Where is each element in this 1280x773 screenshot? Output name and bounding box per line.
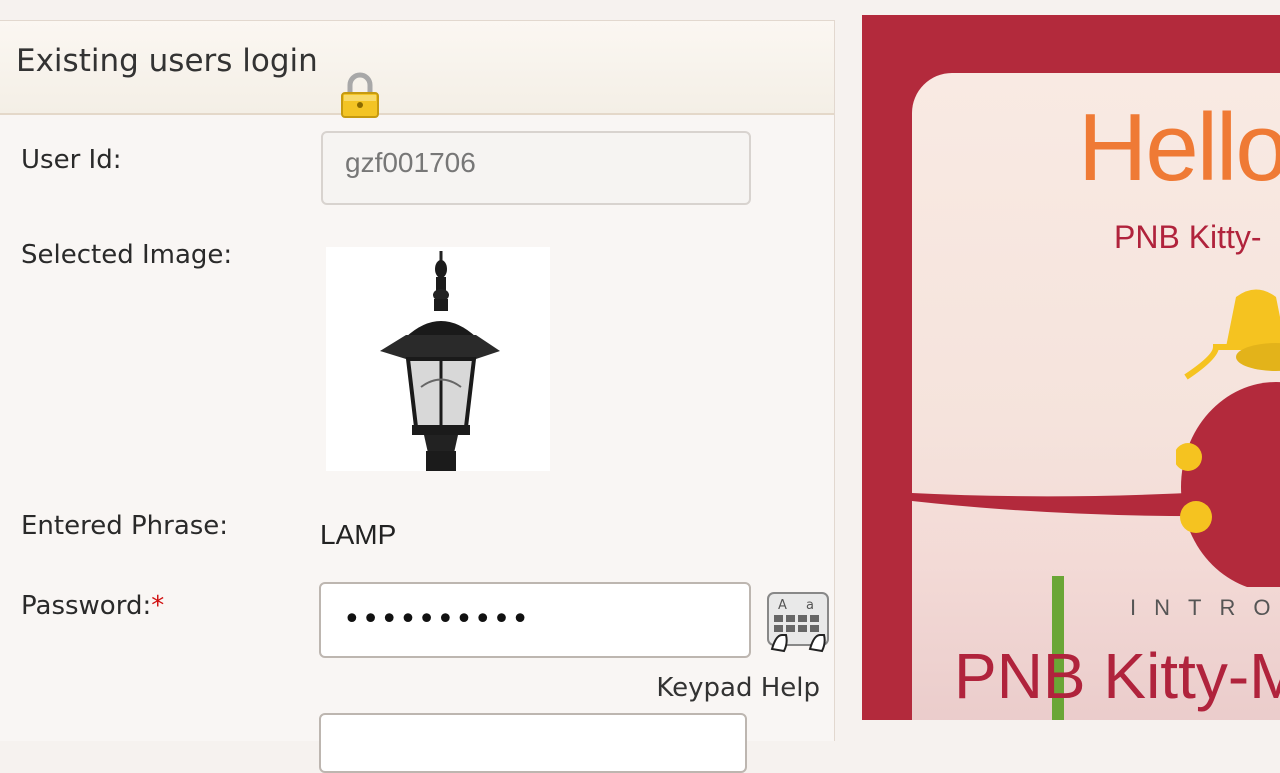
user-id-label: User Id: — [21, 145, 122, 175]
password-label: Password:* — [21, 591, 164, 621]
money-bag-icon: U K — [1176, 289, 1280, 587]
selected-image — [326, 247, 550, 471]
user-id-field[interactable]: gzf001706 — [321, 131, 751, 205]
panel-header: Existing users login — [0, 21, 834, 118]
virtual-keypad-icon[interactable]: A a — [766, 591, 830, 655]
panel-title: Existing users login — [16, 43, 318, 79]
promo-card: Hello PNB Kitty- U K INTRO PNB Kitty-M — [912, 73, 1280, 720]
lamp-image — [380, 251, 500, 471]
required-mark: * — [151, 591, 165, 621]
password-field[interactable]: •••••••••• — [319, 582, 751, 658]
selected-image-label: Selected Image: — [21, 240, 233, 270]
password-label-text: Password: — [21, 591, 152, 621]
promo-banner[interactable]: Hello PNB Kitty- U K INTRO PNB Kitty-M — [862, 15, 1280, 720]
promo-hello: Hello — [1078, 94, 1280, 201]
lock-icon — [341, 72, 379, 118]
keypad-help-link[interactable]: Keypad Help — [656, 673, 820, 703]
promo-subtitle: PNB Kitty- — [1114, 219, 1262, 255]
login-panel: Existing users login User Id: gzf001706 … — [0, 20, 835, 773]
svg-text:a: a — [806, 598, 814, 613]
promo-product-name: PNB Kitty-M — [954, 640, 1280, 712]
svg-text:A: A — [778, 598, 787, 613]
promo-intro: INTRO — [1130, 595, 1280, 620]
entered-phrase-label: Entered Phrase: — [21, 511, 229, 541]
next-input-field[interactable] — [319, 713, 747, 773]
entered-phrase-value: LAMP — [320, 519, 397, 550]
